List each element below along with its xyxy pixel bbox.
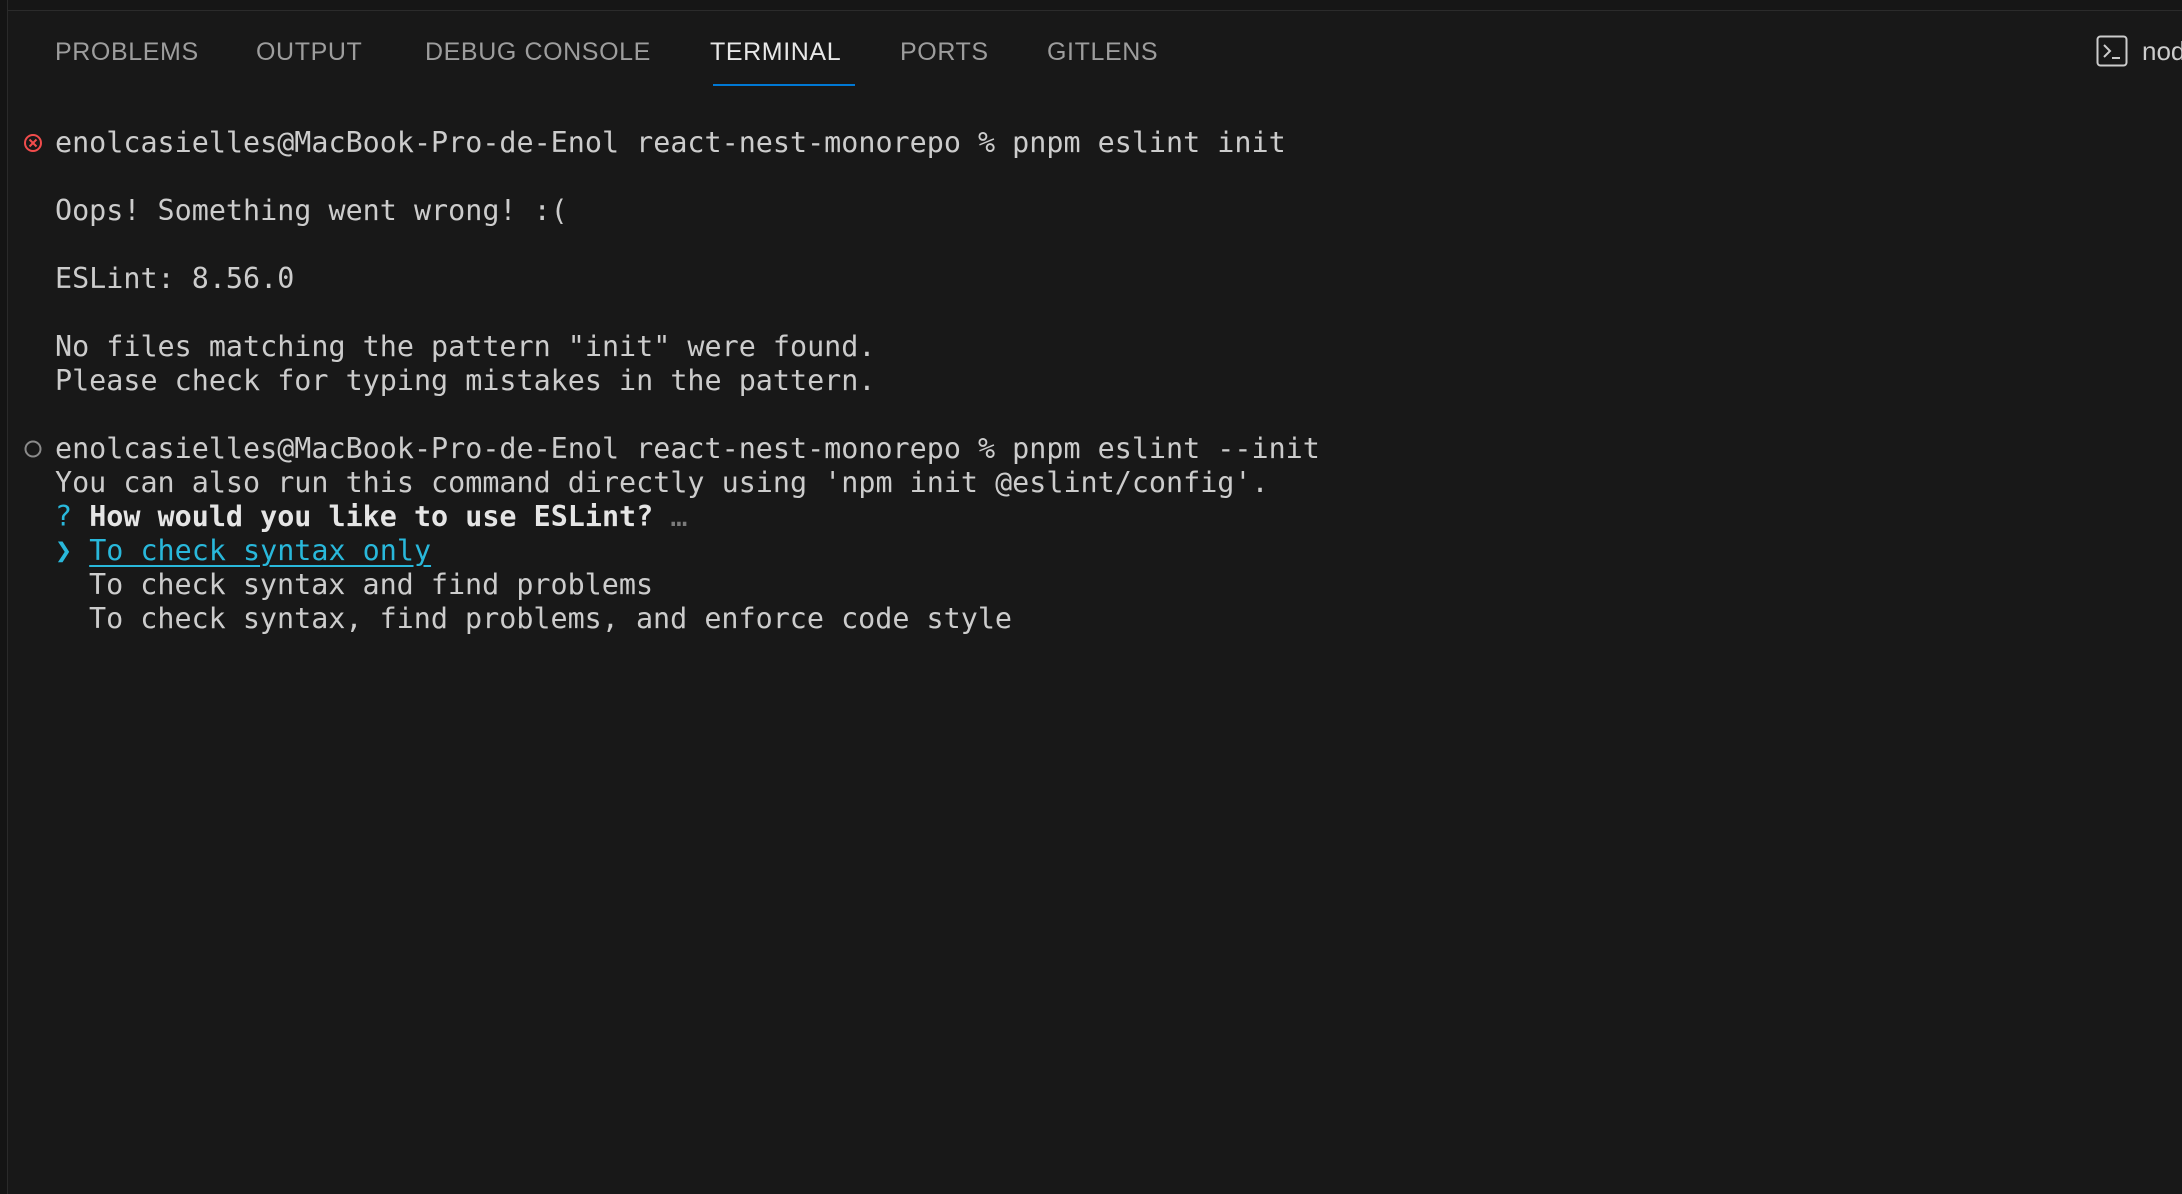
output-oops: Oops! Something went wrong! :(: [55, 194, 568, 227]
tab-ports[interactable]: PORTS: [900, 38, 989, 67]
command-line-1: enolcasielles@MacBook-Pro-de-Enol react-…: [55, 126, 1286, 159]
hollow-circle-icon[interactable]: [23, 439, 43, 459]
selection-pointer-icon: ❯: [55, 534, 73, 567]
prompt-question: ? How would you like to use ESLint? …: [55, 500, 687, 534]
tab-debug-console[interactable]: DEBUG CONSOLE: [425, 38, 651, 67]
command-line-2: enolcasielles@MacBook-Pro-de-Enol react-…: [55, 432, 1320, 465]
panel-tab-bar: PROBLEMS OUTPUT DEBUG CONSOLE TERMINAL P…: [8, 11, 2182, 95]
tab-problems[interactable]: PROBLEMS: [55, 38, 199, 67]
terminal-selector[interactable]: node: [2096, 35, 2182, 67]
option-selected-row[interactable]: ❯ To check syntax only: [55, 534, 431, 568]
tab-output[interactable]: OUTPUT: [256, 38, 362, 67]
option-check-syntax-enforce-style[interactable]: To check syntax, find problems, and enfo…: [89, 602, 1012, 636]
option-check-syntax-only[interactable]: To check syntax only: [89, 534, 431, 567]
question-marker: ?: [55, 500, 73, 533]
terminal-selector-label: node: [2142, 35, 2182, 66]
tab-terminal[interactable]: TERMINAL: [710, 38, 841, 67]
active-tab-indicator: [713, 84, 855, 86]
window-top-border: [0, 0, 2182, 11]
output-no-files: No files matching the pattern "init" wer…: [55, 330, 876, 363]
terminal-output[interactable]: enolcasielles@MacBook-Pro-de-Enol react-…: [0, 95, 2182, 1194]
question-text: How would you like to use ESLint?: [89, 500, 654, 533]
option-check-syntax-find-problems[interactable]: To check syntax and find problems: [89, 568, 653, 602]
error-circle-icon[interactable]: [23, 133, 43, 153]
output-eslint-version: ESLint: 8.56.0: [55, 262, 295, 295]
tab-gitlens[interactable]: GITLENS: [1047, 38, 1158, 67]
terminal-icon: [2096, 35, 2128, 67]
output-npm-hint: You can also run this command directly u…: [55, 466, 1269, 499]
output-check-typing: Please check for typing mistakes in the …: [55, 364, 876, 397]
question-ellipsis: …: [670, 500, 688, 533]
